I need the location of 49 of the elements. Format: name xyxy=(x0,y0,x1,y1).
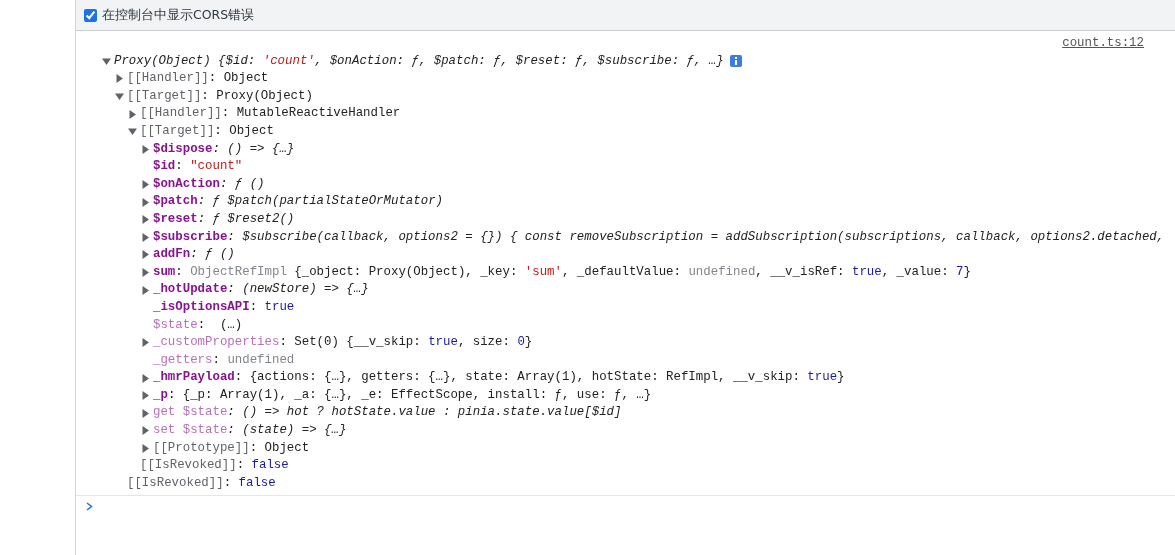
info-icon[interactable] xyxy=(729,55,742,68)
property-entry: [[IsRevoked]]: false xyxy=(140,457,289,475)
expand-arrow-icon[interactable] xyxy=(141,426,150,436)
expand-arrow-icon[interactable] xyxy=(141,250,150,260)
property-entry: addFn: ƒ () xyxy=(153,246,235,264)
expand-arrow-icon[interactable] xyxy=(141,197,150,207)
property-entry: sum: ObjectRefImpl {_object: Proxy(Object), _key: 'sum', _defaultValue: undefined, __v_isRef: true, _value: 7} xyxy=(153,263,971,281)
property-entry: $onAction: ƒ () xyxy=(153,175,265,193)
expand-arrow-icon[interactable] xyxy=(141,215,150,225)
expand-arrow-icon[interactable] xyxy=(141,373,150,383)
property-entry: _hotUpdate: (newStore) => {…} xyxy=(153,281,369,299)
property-entry: get $state: () => hot ? hotState.value : pinia.state.value[$id] xyxy=(153,404,622,422)
property-entry: _isOptionsAPI: true xyxy=(153,298,295,316)
collapse-arrow-icon[interactable] xyxy=(128,127,137,137)
property-entry: $state: (…) xyxy=(153,316,243,334)
prompt-chevron-icon[interactable] xyxy=(86,502,93,512)
expand-arrow-icon[interactable] xyxy=(141,285,150,295)
expand-arrow-icon[interactable] xyxy=(115,74,124,84)
property-entry: [[Prototype]]: Object xyxy=(153,439,310,457)
property-entry: $reset: ƒ $reset2() xyxy=(153,210,295,228)
property-entry: [[Target]]: Object xyxy=(140,122,274,140)
collapse-arrow-icon[interactable] xyxy=(115,92,124,102)
property-entry: [[Handler]]: MutableReactiveHandler xyxy=(140,105,401,123)
checkbox-label[interactable]: 在控制台中显示CORS错误 xyxy=(102,6,255,24)
property-entry: $dispose: () => {…} xyxy=(153,140,295,158)
expand-arrow-icon[interactable] xyxy=(128,109,137,119)
expand-arrow-icon[interactable] xyxy=(141,443,150,453)
expand-arrow-icon[interactable] xyxy=(141,338,150,348)
expand-arrow-icon[interactable] xyxy=(141,268,150,277)
property-entry: _hmrPayload: {actions: {…}, getters: {…}, state: Array(1), hotState: RefImpl, __v_skip: true} xyxy=(153,369,845,387)
expand-arrow-icon[interactable] xyxy=(141,144,150,154)
expand-arrow-icon[interactable] xyxy=(141,232,150,242)
property-entry: _customProperties: Set(0) {__v_skip: true, size: 0} xyxy=(153,334,533,352)
source-link[interactable]: count.ts:12 xyxy=(1062,35,1144,53)
checkbox[interactable] xyxy=(84,8,97,22)
property-entry: $id: "count" xyxy=(153,158,243,176)
property-entry: _p: {_p: Array(1), _a: {…}, _e: EffectScope, install: ƒ, use: ƒ, …} xyxy=(153,386,652,404)
expand-arrow-icon[interactable] xyxy=(141,180,150,190)
property-entry: $subscribe: $subscribe(callback, options2 = {}) { const removeSubscription = addSubscription(subscriptions, callback, options2.detached, xyxy=(153,228,1165,246)
object-preview: Proxy(Object) {$id: 'count', $onAction: ƒ, $patch: ƒ, $reset: ƒ, $subscribe: ƒ, …} xyxy=(114,52,724,70)
property-entry: set $state: (state) => {…} xyxy=(153,422,347,440)
property-entry: [[Handler]]: Object xyxy=(127,70,269,88)
property-entry: $patch: ƒ $patch(partialStateOrMutator) xyxy=(153,193,443,211)
collapse-arrow-icon[interactable] xyxy=(102,56,111,66)
expand-arrow-icon[interactable] xyxy=(141,408,150,418)
property-entry: [[IsRevoked]]: false xyxy=(127,474,276,492)
property-entry: [[Target]]: Proxy(Object) xyxy=(127,87,313,105)
property-entry: _getters: undefined xyxy=(153,351,295,369)
expand-arrow-icon[interactable] xyxy=(141,391,150,401)
